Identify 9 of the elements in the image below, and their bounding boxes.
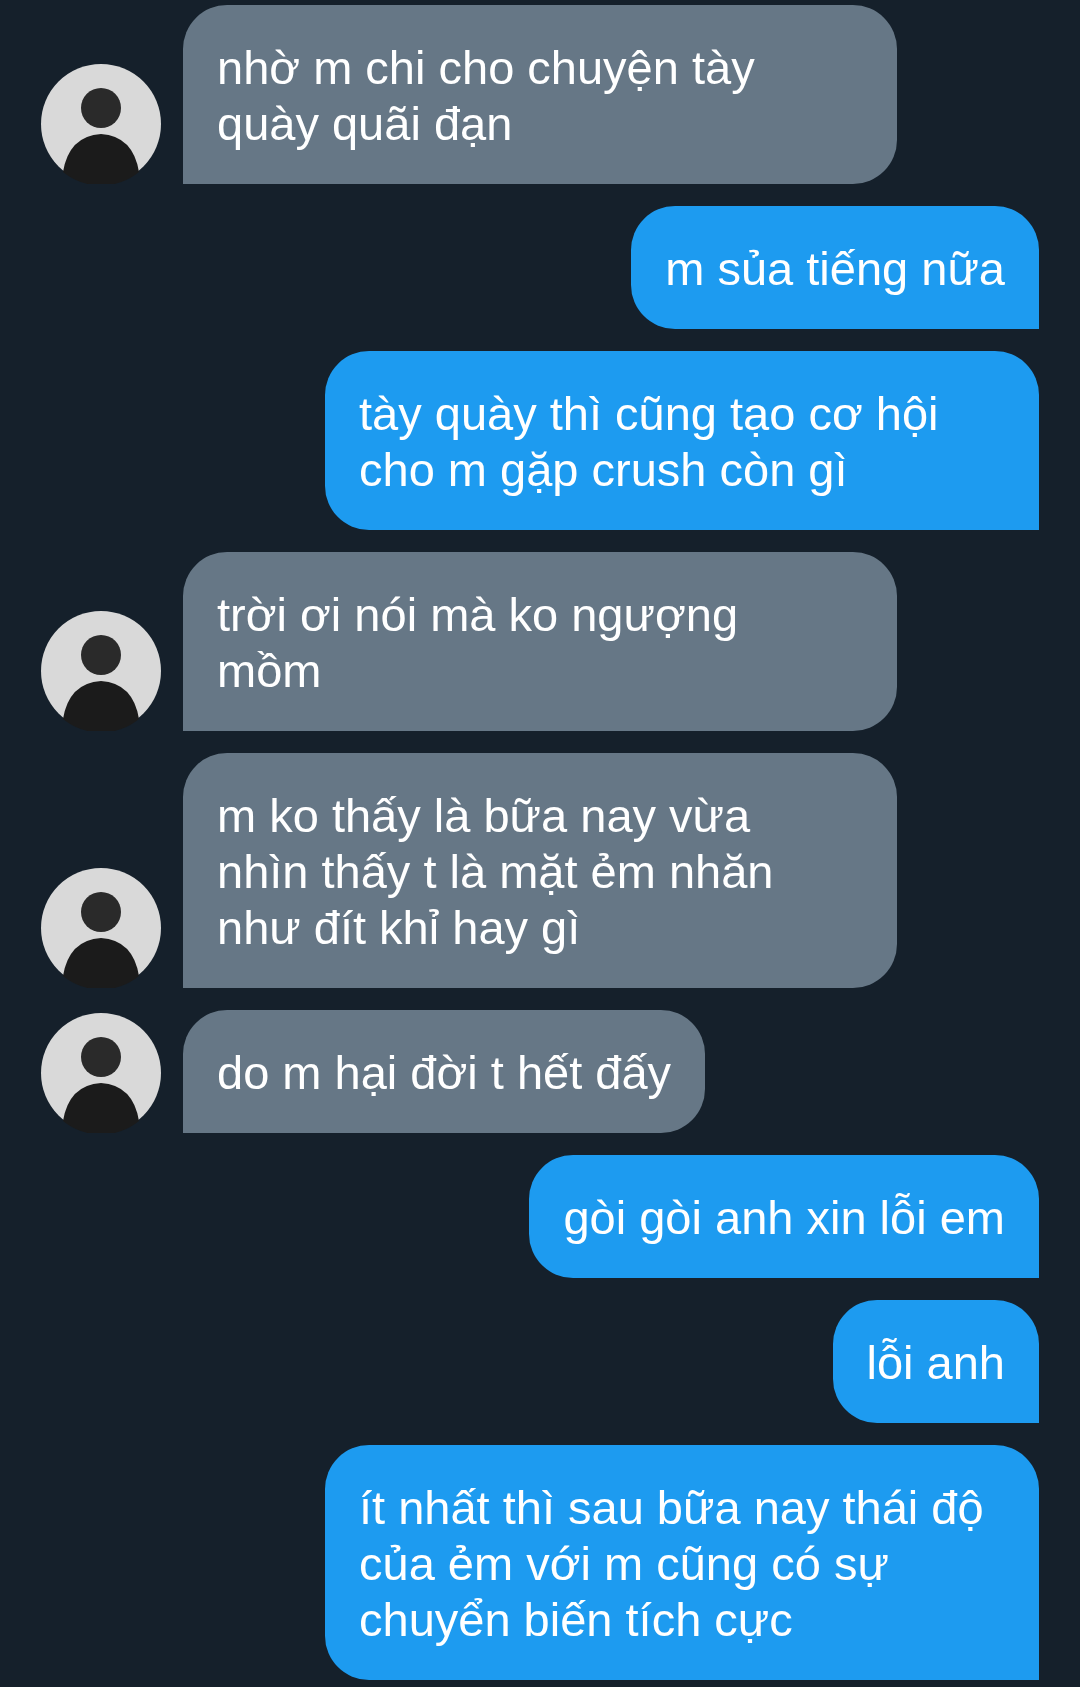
sent-message: ít nhất thì sau bữa nay thái độ của ẻm với m cũng có sự chuyển biến tích cực bbox=[325, 1445, 1039, 1680]
sent-message: gòi gòi anh xin lỗi em bbox=[529, 1155, 1039, 1278]
sent-message: tày quày thì cũng tạo cơ hội cho m gặp crush còn gì bbox=[325, 351, 1039, 530]
received-message: nhờ m chi cho chuyện tày quày quãi đạn bbox=[183, 5, 897, 184]
sent-message: m sủa tiếng nữa bbox=[631, 206, 1039, 329]
received-message: trời ơi nói mà ko ngượng mồm bbox=[183, 552, 897, 731]
sent-message: lỗi anh bbox=[832, 1300, 1039, 1423]
received-message: m ko thấy là bữa nay vừa nhìn thấy t là mặt ẻm nhăn như đít khỉ hay gì bbox=[183, 753, 897, 988]
received-message: do m hại đời t hết đấy bbox=[183, 1010, 706, 1133]
